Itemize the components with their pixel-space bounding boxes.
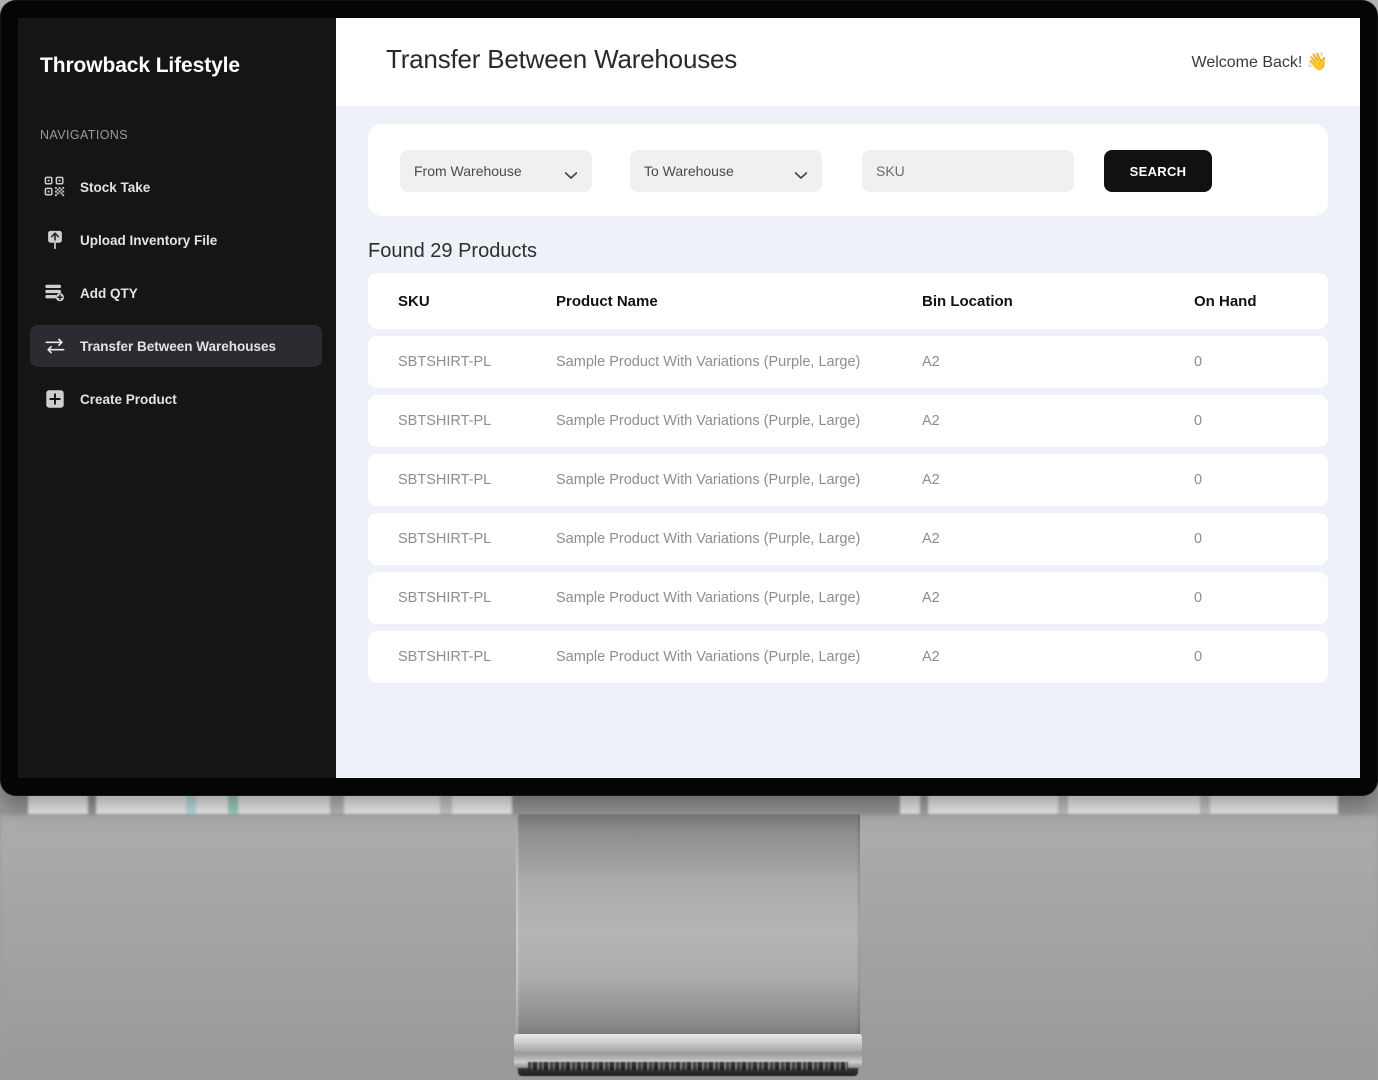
sidebar-item-label: Upload Inventory File xyxy=(80,232,218,248)
table-row[interactable]: SBTSHIRT-PL Sample Product With Variatio… xyxy=(368,336,1328,388)
cell-sku: SBTSHIRT-PL xyxy=(398,531,492,547)
plus-square-icon xyxy=(44,388,66,410)
column-header-product-name: Product Name xyxy=(556,292,658,310)
add-quantity-icon xyxy=(44,282,66,304)
screen: Throwback Lifestyle NAVIGATIONS Stock Ta… xyxy=(18,18,1360,778)
search-button[interactable]: SEARCH xyxy=(1104,150,1212,192)
welcome-message: Welcome Back! 👋 xyxy=(1192,52,1328,72)
cell-product-name: Sample Product With Variations (Purple, … xyxy=(556,531,861,547)
brand-title: Throwback Lifestyle xyxy=(40,54,240,77)
cell-sku: SBTSHIRT-PL xyxy=(398,649,492,665)
cell-bin-location: A2 xyxy=(922,590,940,606)
cell-product-name: Sample Product With Variations (Purple, … xyxy=(556,354,861,370)
nav-section-label: NAVIGATIONS xyxy=(40,128,128,142)
transfer-arrows-icon xyxy=(44,335,66,357)
from-warehouse-select[interactable]: From Warehouse xyxy=(400,150,592,192)
cell-sku: SBTSHIRT-PL xyxy=(398,472,492,488)
sidebar-item-label: Transfer Between Warehouses xyxy=(80,338,277,354)
cell-sku: SBTSHIRT-PL xyxy=(398,413,492,429)
table-row[interactable]: SBTSHIRT-PL Sample Product With Variatio… xyxy=(368,454,1328,506)
cell-sku: SBTSHIRT-PL xyxy=(398,354,492,370)
monitor-stand-neck xyxy=(516,814,860,1044)
sku-input[interactable]: SKU xyxy=(862,150,1074,192)
table-row[interactable]: SBTSHIRT-PL Sample Product With Variatio… xyxy=(368,631,1328,683)
table-row[interactable]: SBTSHIRT-PL Sample Product With Variatio… xyxy=(368,513,1328,565)
cell-on-hand: 0 xyxy=(1194,354,1203,370)
cell-sku: SBTSHIRT-PL xyxy=(398,590,492,606)
sku-placeholder: SKU xyxy=(876,163,905,179)
table-header-row: SKU Product Name Bin Location On Hand xyxy=(368,273,1328,329)
sidebar-item-transfer-between-warehouses[interactable]: Transfer Between Warehouses xyxy=(30,325,322,367)
upload-icon xyxy=(44,229,66,251)
cell-product-name: Sample Product With Variations (Purple, … xyxy=(556,649,861,665)
waving-hand-icon: 👋 xyxy=(1306,52,1328,71)
cell-on-hand: 0 xyxy=(1194,472,1203,488)
sidebar-item-label: Stock Take xyxy=(80,179,151,195)
cell-on-hand: 0 xyxy=(1194,413,1203,429)
cell-product-name: Sample Product With Variations (Purple, … xyxy=(556,472,861,488)
from-warehouse-label: From Warehouse xyxy=(414,163,522,179)
cell-bin-location: A2 xyxy=(922,649,940,665)
column-header-bin-location: Bin Location xyxy=(922,292,1013,310)
cell-on-hand: 0 xyxy=(1194,590,1203,606)
cell-bin-location: A2 xyxy=(922,413,940,429)
main-content: From Warehouse To Warehouse SKU SEARCH F… xyxy=(336,106,1360,778)
results-count: Found 29 Products xyxy=(368,240,537,262)
sidebar-item-upload-inventory-file[interactable]: Upload Inventory File xyxy=(30,219,322,261)
nav-list: Stock Take Upload Inventory File Add QTY… xyxy=(30,166,322,431)
products-table: SKU Product Name Bin Location On Hand SB… xyxy=(368,273,1328,690)
sidebar-item-add-qty[interactable]: Add QTY xyxy=(30,272,322,314)
column-header-on-hand: On Hand xyxy=(1194,292,1257,310)
table-row[interactable]: SBTSHIRT-PL Sample Product With Variatio… xyxy=(368,572,1328,624)
cell-on-hand: 0 xyxy=(1194,531,1203,547)
scene: Throwback Lifestyle NAVIGATIONS Stock Ta… xyxy=(0,0,1378,1080)
chevron-down-icon xyxy=(564,167,578,179)
cell-product-name: Sample Product With Variations (Purple, … xyxy=(556,413,861,429)
welcome-text: Welcome Back! xyxy=(1191,54,1303,71)
sidebar-item-label: Create Product xyxy=(80,391,177,407)
sidebar: Throwback Lifestyle NAVIGATIONS Stock Ta… xyxy=(18,18,336,778)
page-title: Transfer Between Warehouses xyxy=(386,44,738,74)
cell-on-hand: 0 xyxy=(1194,649,1203,665)
filter-panel: From Warehouse To Warehouse SKU SEARCH xyxy=(368,124,1328,216)
qr-code-icon xyxy=(44,176,66,198)
monitor-frame: Throwback Lifestyle NAVIGATIONS Stock Ta… xyxy=(0,0,1378,796)
sidebar-item-create-product[interactable]: Create Product xyxy=(30,378,322,420)
cell-bin-location: A2 xyxy=(922,354,940,370)
table-body: SBTSHIRT-PL Sample Product With Variatio… xyxy=(368,336,1328,683)
to-warehouse-select[interactable]: To Warehouse xyxy=(630,150,822,192)
sidebar-item-stock-take[interactable]: Stock Take xyxy=(30,166,322,208)
top-bar: Transfer Between Warehouses Welcome Back… xyxy=(336,18,1360,106)
sidebar-item-label: Add QTY xyxy=(80,285,138,301)
to-warehouse-label: To Warehouse xyxy=(644,163,734,179)
monitor-stand-base-detail xyxy=(528,1062,848,1070)
cell-bin-location: A2 xyxy=(922,531,940,547)
chevron-down-icon xyxy=(794,167,808,179)
table-row[interactable]: SBTSHIRT-PL Sample Product With Variatio… xyxy=(368,395,1328,447)
cell-product-name: Sample Product With Variations (Purple, … xyxy=(556,590,861,606)
cell-bin-location: A2 xyxy=(922,472,940,488)
column-header-sku: SKU xyxy=(398,292,430,310)
